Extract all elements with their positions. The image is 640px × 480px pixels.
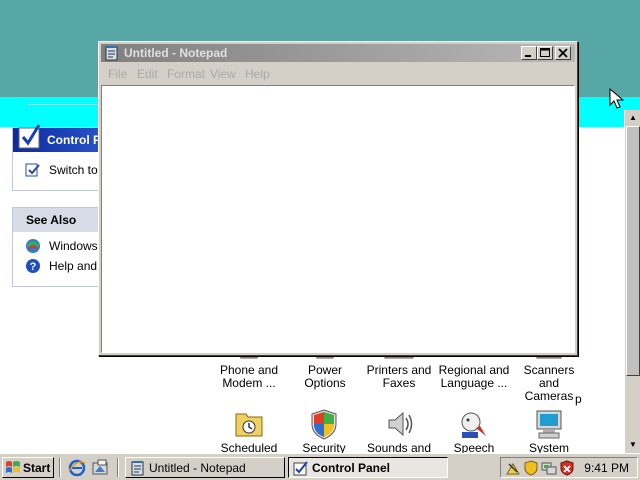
menu-view[interactable]: View — [210, 67, 236, 81]
tray-security-shield-icon[interactable] — [523, 460, 539, 476]
taskbar: Start Untitled - Notepad Control Panel 9… — [0, 453, 640, 480]
item-label: Sounds and — [366, 441, 432, 454]
system-tray: 9:41 PM — [500, 457, 638, 478]
help-icon: ? — [26, 259, 40, 273]
item-label: Speech — [453, 441, 495, 454]
tray-connection-icon[interactable] — [541, 460, 557, 476]
windows-logo-icon — [6, 461, 20, 473]
task-notepad[interactable]: Untitled - Notepad — [125, 457, 285, 478]
menu-file[interactable]: File — [108, 67, 127, 81]
windows-update-icon — [26, 239, 40, 253]
control-panel-check-icon — [18, 124, 41, 149]
menu-edit[interactable]: Edit — [137, 67, 158, 81]
mouse-pointer-icon — [609, 88, 625, 109]
scrollbar-thumb[interactable] — [626, 126, 640, 376]
speech-icon — [461, 412, 486, 438]
switch-to-classic-view-link[interactable]: Switch to C — [13, 160, 106, 180]
taskbar-separator — [117, 458, 119, 477]
maximize-button[interactable] — [537, 46, 553, 60]
start-label: Start — [23, 461, 51, 475]
cp-item-security-center[interactable]: Security — [288, 408, 360, 453]
start-button[interactable]: Start — [2, 457, 54, 478]
item-label: Scheduled — [220, 441, 278, 454]
notepad-text-area[interactable] — [101, 85, 575, 353]
scheduled-tasks-icon — [235, 413, 263, 437]
show-desktop-icon[interactable] — [91, 459, 109, 477]
notepad-window[interactable]: Untitled - Notepad File Edit Format View… — [98, 41, 578, 356]
minimize-button[interactable] — [521, 46, 537, 60]
see-also-pane: See Also Windows U ? Help and S — [12, 207, 107, 287]
cp-item-system[interactable]: System — [513, 408, 585, 453]
item-label: System — [528, 441, 569, 454]
see-also-header: See Also — [13, 208, 106, 232]
tray-antivirus-icon[interactable] — [559, 460, 575, 476]
notepad-app-icon — [131, 461, 144, 476]
cp-item-scheduled-tasks[interactable]: Scheduled — [213, 408, 285, 453]
see-also-title: See Also — [26, 213, 77, 227]
item-label: Power Options — [304, 363, 346, 390]
taskbar-clock[interactable]: 9:41 PM — [584, 461, 629, 475]
internet-explorer-icon[interactable] — [68, 459, 86, 477]
tray-network-icon[interactable] — [505, 460, 521, 476]
security-center-icon — [311, 409, 337, 440]
item-label-line2: Language ... — [440, 376, 508, 390]
item-label-line2: Cameras — [524, 389, 574, 403]
task-label: Untitled - Notepad — [149, 461, 246, 475]
notepad-app-icon[interactable] — [104, 45, 120, 61]
control-panel-scrollbar[interactable]: ▲ ▼ — [624, 110, 640, 453]
task-control-panel[interactable]: Control Panel — [288, 457, 448, 478]
close-button[interactable] — [555, 46, 571, 60]
see-also-help-support-link[interactable]: ? Help and S — [13, 256, 106, 276]
cp-item-speech[interactable]: Speech — [438, 408, 510, 453]
notepad-title: Untitled - Notepad — [124, 46, 228, 60]
notepad-titlebar[interactable]: Untitled - Notepad — [101, 44, 575, 62]
see-also-windows-update-link[interactable]: Windows U — [13, 236, 106, 256]
maximize-icon — [540, 48, 550, 57]
scroll-down-arrow-icon[interactable]: ▼ — [626, 438, 640, 452]
cp-item-sounds-audio[interactable]: Sounds and — [363, 408, 435, 453]
control-panel-task-pane: Control P Switch to C — [12, 124, 107, 191]
svg-text:?: ? — [30, 261, 37, 273]
menu-help[interactable]: Help — [245, 67, 270, 81]
item-label: Scanners and — [523, 363, 575, 390]
item-label-line2: Faxes — [382, 376, 416, 390]
taskbar-separator — [59, 458, 61, 477]
item-label-line2: Modem ... — [222, 376, 276, 390]
close-icon — [558, 48, 568, 58]
minimize-icon — [525, 55, 531, 57]
switch-view-icon — [25, 163, 40, 177]
item-label: Security — [302, 441, 346, 454]
notepad-menubar: File Edit Format View Help — [101, 64, 575, 83]
task-label: Control Panel — [312, 461, 391, 475]
sounds-audio-icon — [388, 411, 413, 437]
scroll-up-arrow-icon[interactable]: ▲ — [626, 111, 640, 125]
menu-format[interactable]: Format — [167, 67, 205, 81]
system-icon — [536, 410, 562, 439]
control-panel-app-icon — [293, 461, 308, 476]
pane-header-title: Control P — [47, 133, 101, 147]
